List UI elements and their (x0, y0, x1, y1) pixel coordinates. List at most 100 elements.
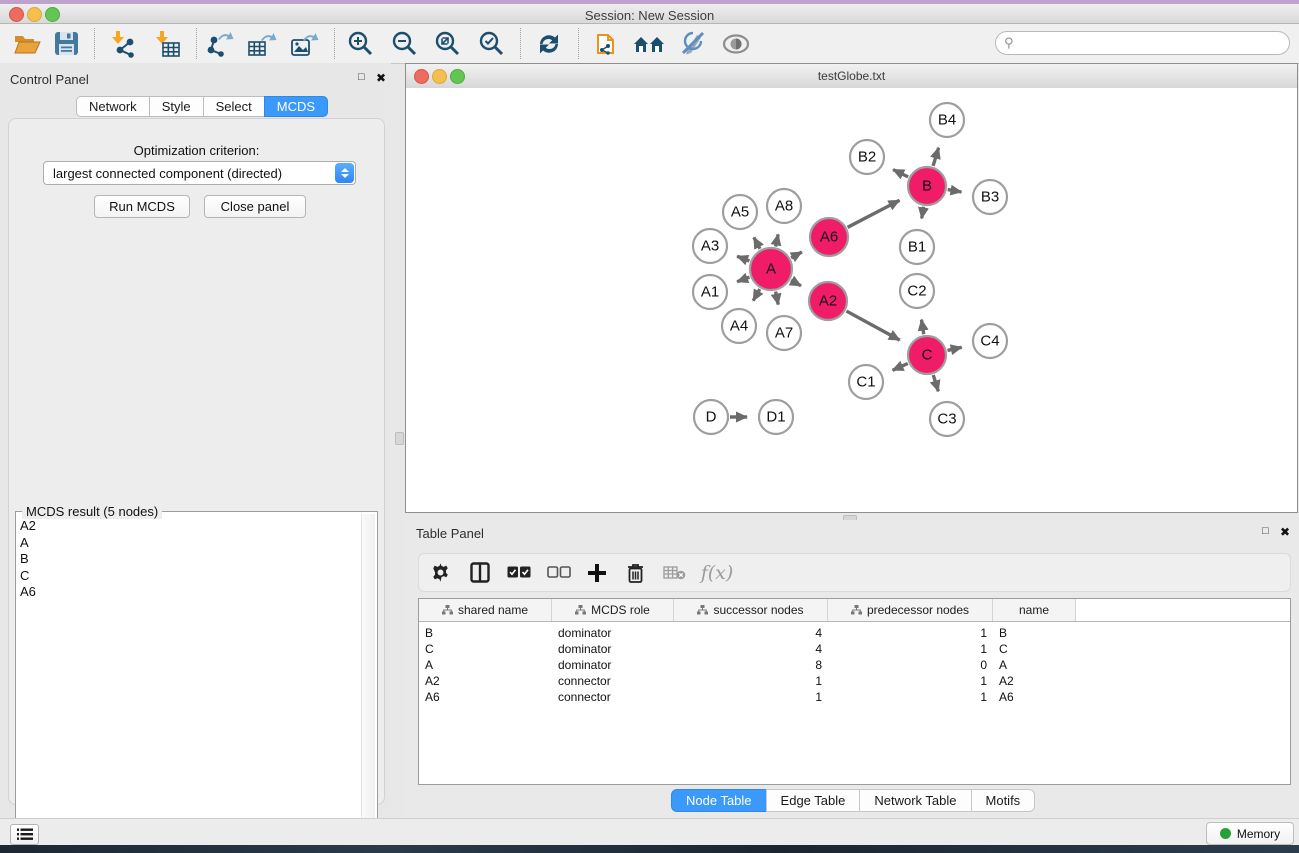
search-field[interactable]: ⚲ (995, 31, 1290, 55)
cell-shared-name[interactable]: C (419, 642, 552, 656)
edge-A-A2[interactable] (791, 280, 801, 286)
task-history-button[interactable] (10, 824, 39, 845)
table-row[interactable]: A6 connector 1 1 A6 (419, 689, 1290, 705)
table-row[interactable]: A2 connector 1 1 A2 (419, 673, 1290, 689)
search-input[interactable] (1018, 35, 1289, 51)
column-header-shared-name[interactable]: shared name (419, 599, 552, 621)
cell-mcds-role[interactable]: connector (552, 690, 674, 704)
cell-name[interactable]: A (993, 658, 1076, 672)
close-table-panel-icon[interactable]: ✖ (1280, 525, 1290, 539)
export-image-icon[interactable] (287, 27, 323, 60)
cell-predecessor-nodes[interactable]: 1 (828, 642, 993, 656)
edge-B-B2[interactable] (893, 170, 908, 177)
cell-mcds-role[interactable]: dominator (552, 642, 674, 656)
cell-shared-name[interactable]: A6 (419, 690, 552, 704)
edge-C-C2[interactable] (921, 320, 923, 335)
table-row[interactable]: A dominator 8 0 A (419, 657, 1290, 673)
float-table-panel-icon[interactable]: □ (1262, 525, 1269, 537)
column-select-icon[interactable] (461, 562, 499, 583)
cell-successor-nodes[interactable]: 1 (674, 690, 828, 704)
open-file-icon[interactable] (10, 27, 44, 60)
cell-successor-nodes[interactable]: 4 (674, 642, 828, 656)
cell-shared-name[interactable]: A2 (419, 674, 552, 688)
edge-A-A5[interactable] (754, 237, 760, 248)
cell-name[interactable]: C (993, 642, 1076, 656)
delete-icon[interactable] (616, 562, 654, 584)
memory-button[interactable]: Memory (1206, 822, 1294, 845)
mcds-result-list[interactable]: A2 A B C A6 (20, 518, 36, 601)
zoom-fit-icon[interactable] (431, 27, 465, 60)
export-table-icon[interactable] (244, 27, 280, 60)
cell-successor-nodes[interactable]: 8 (674, 658, 828, 672)
edge-A2-C[interactable] (846, 311, 899, 340)
edge-A-A3[interactable] (737, 256, 749, 261)
edge-A-A1[interactable] (737, 277, 749, 282)
cell-mcds-role[interactable]: connector (552, 674, 674, 688)
zoom-selected-icon[interactable] (475, 27, 509, 60)
zoom-in-icon[interactable] (344, 27, 378, 60)
tab-network-table[interactable]: Network Table (859, 789, 971, 812)
column-header-mcds-role[interactable]: MCDS role (552, 599, 674, 621)
table-row[interactable]: C dominator 4 1 C (419, 641, 1290, 657)
edge-C-C4[interactable] (947, 347, 961, 350)
tab-edge-table[interactable]: Edge Table (766, 789, 861, 812)
column-header-predecessor-nodes[interactable]: predecessor nodes (828, 599, 993, 621)
tab-mcds[interactable]: MCDS (264, 96, 328, 117)
close-panel-button[interactable]: Close panel (204, 195, 306, 218)
export-network-icon[interactable] (202, 27, 238, 60)
edge-A6-B[interactable] (848, 200, 900, 227)
function-builder-icon[interactable]: f(x) (694, 562, 740, 584)
edge-A-A8[interactable] (776, 234, 778, 246)
result-item[interactable]: C (20, 568, 36, 585)
import-table-icon[interactable] (148, 27, 184, 60)
column-header-successor-nodes[interactable]: successor nodes (674, 599, 828, 621)
edge-C-C1[interactable] (893, 363, 908, 370)
zoom-out-icon[interactable] (388, 27, 422, 60)
float-panel-icon[interactable]: □ (358, 71, 365, 83)
cell-mcds-role[interactable]: dominator (552, 626, 674, 640)
cell-predecessor-nodes[interactable]: 0 (828, 658, 993, 672)
vertical-splitter-handle[interactable] (395, 432, 404, 445)
edge-B-B4[interactable] (933, 148, 938, 166)
import-network-icon[interactable] (104, 27, 140, 60)
cell-mcds-role[interactable]: dominator (552, 658, 674, 672)
result-item[interactable]: B (20, 551, 36, 568)
edge-A-A4[interactable] (753, 289, 760, 301)
edge-B-B1[interactable] (922, 207, 924, 219)
cell-predecessor-nodes[interactable]: 1 (828, 690, 993, 704)
edge-A-A7[interactable] (776, 292, 779, 305)
result-item[interactable]: A (20, 535, 36, 552)
network-graph[interactable]: B4B2BB3A5A8A6A3B1AC2A1A2A4A7C4CC1C3DD1 (406, 88, 1297, 512)
cell-name[interactable]: B (993, 626, 1076, 640)
close-panel-icon[interactable]: ✖ (376, 71, 386, 85)
column-header-name[interactable]: name (993, 599, 1076, 621)
cell-successor-nodes[interactable]: 1 (674, 674, 828, 688)
result-item[interactable]: A2 (20, 518, 36, 535)
cell-predecessor-nodes[interactable]: 1 (828, 626, 993, 640)
apply-layout-icon[interactable] (532, 27, 566, 60)
tab-style[interactable]: Style (149, 96, 204, 117)
table-row[interactable]: B dominator 4 1 B (419, 625, 1290, 641)
delete-table-icon[interactable] (654, 565, 694, 580)
tab-network[interactable]: Network (76, 96, 150, 117)
gear-icon[interactable] (419, 562, 461, 583)
show-graphics-icon[interactable] (718, 27, 754, 60)
tab-node-table[interactable]: Node Table (671, 789, 767, 812)
tab-select[interactable]: Select (203, 96, 265, 117)
criterion-select[interactable]: largest connected component (directed) (43, 161, 356, 185)
edge-C-C3[interactable] (933, 375, 938, 391)
edge-A-A6[interactable] (791, 252, 802, 258)
cybrowser-icon[interactable] (630, 27, 668, 60)
run-mcds-button[interactable]: Run MCDS (94, 195, 190, 218)
add-icon[interactable] (578, 563, 616, 583)
cell-successor-nodes[interactable]: 4 (674, 626, 828, 640)
save-session-icon[interactable] (50, 27, 82, 60)
clone-network-icon[interactable] (590, 27, 626, 60)
hide-annotations-icon[interactable] (674, 27, 710, 60)
select-all-icon[interactable] (499, 566, 539, 579)
cell-name[interactable]: A6 (993, 690, 1076, 704)
cell-name[interactable]: A2 (993, 674, 1076, 688)
cell-predecessor-nodes[interactable]: 1 (828, 674, 993, 688)
cell-shared-name[interactable]: B (419, 626, 552, 640)
network-canvas[interactable]: B4B2BB3A5A8A6A3B1AC2A1A2A4A7C4CC1C3DD1 (406, 88, 1297, 512)
